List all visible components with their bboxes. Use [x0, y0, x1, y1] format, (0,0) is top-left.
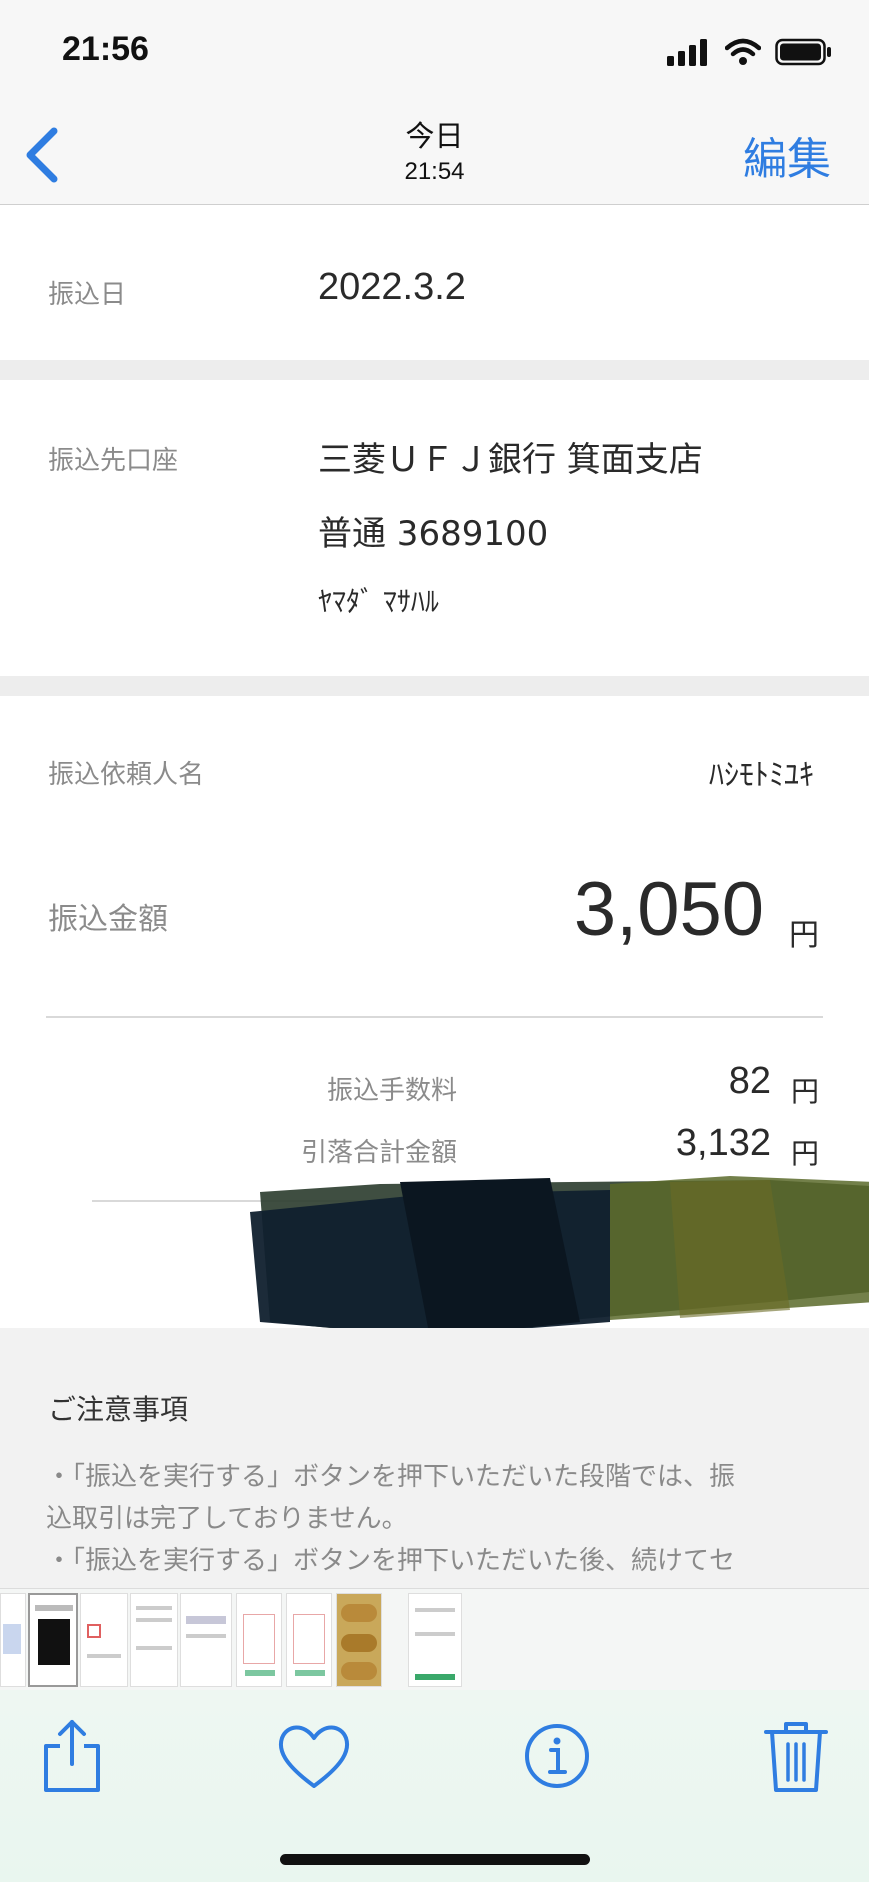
notice-title: ご注意事項	[48, 1393, 189, 1426]
share-icon	[44, 1720, 100, 1792]
notice-section: ご注意事項 ・「振込を実行する」ボタンを押下いただいた段階では、振 込取引は完了…	[0, 1328, 869, 1588]
photo-thumbnail[interactable]	[80, 1593, 128, 1687]
edit-button[interactable]: 編集	[743, 123, 831, 187]
fee-unit: 円	[790, 1075, 819, 1108]
destination-account-section: 振込先口座 三菱ＵＦＪ銀行 箕面支店 普通 3689100 ﾔﾏﾀﾞ ﾏｻﾊﾙ	[0, 380, 869, 676]
photo-thumbnail[interactable]	[286, 1593, 332, 1687]
bank-branch: 三菱ＵＦＪ銀行 箕面支店	[318, 440, 703, 480]
info-icon	[525, 1724, 589, 1788]
status-icons	[667, 38, 833, 66]
amount-label: 振込金額	[48, 902, 168, 937]
notice-line: ・「振込を実行する」ボタンを押下いただいた段階では、振	[46, 1462, 736, 1492]
info-button[interactable]	[517, 1716, 597, 1796]
section-separator	[0, 676, 869, 696]
photo-thumbnail[interactable]	[28, 1593, 78, 1687]
photo-thumbnail[interactable]	[0, 1593, 26, 1687]
home-indicator[interactable]	[280, 1854, 590, 1865]
delete-button[interactable]	[756, 1716, 836, 1796]
total-value: 3,132	[675, 1122, 771, 1164]
wifi-icon	[725, 38, 761, 65]
fee-label: 振込手数料	[326, 1076, 457, 1106]
redaction-scribble	[250, 1176, 869, 1338]
status-bar: 21:56	[0, 0, 869, 105]
transfer-date-value: 2022.3.2	[318, 266, 466, 308]
destination-account-label: 振込先口座	[48, 446, 179, 476]
requester-label: 振込依頼人名	[48, 760, 205, 790]
nav-title: 今日	[405, 119, 464, 153]
photo-thumbnail[interactable]	[180, 1593, 232, 1687]
photo-thumbnail[interactable]	[130, 1593, 178, 1687]
total-label: 引落合計金額	[300, 1138, 457, 1168]
status-time: 21:56	[62, 30, 149, 68]
share-button[interactable]	[32, 1716, 112, 1796]
battery-icon	[775, 38, 831, 66]
transfer-date-section: 振込日 2022.3.2	[0, 206, 869, 360]
requester-name: ﾊｼﾓﾄﾐﾕｷ	[709, 758, 814, 793]
trash-icon	[764, 1722, 828, 1792]
signal-icon	[667, 39, 707, 66]
account-holder-name: ﾔﾏﾀﾞ ﾏｻﾊﾙ	[318, 585, 439, 618]
photo-thumbnail[interactable]	[336, 1593, 382, 1687]
total-unit: 円	[790, 1137, 819, 1170]
navigation-bar: 今日 21:54 編集	[0, 105, 869, 205]
photo-thumbnail[interactable]	[408, 1593, 462, 1687]
amount-divider	[46, 1016, 823, 1018]
bottom-toolbar	[0, 1690, 869, 1882]
notice-line: ・「振込を実行する」ボタンを押下いただいた後、続けてセ	[46, 1546, 736, 1576]
amount-value: 3,050	[573, 867, 764, 952]
transfer-date-label: 振込日	[48, 280, 127, 310]
favorite-button[interactable]	[274, 1716, 354, 1796]
heart-icon	[278, 1725, 350, 1788]
amount-unit: 円	[789, 918, 819, 953]
photo-thumbnail-strip[interactable]	[0, 1588, 869, 1690]
account-number: 普通 3689100	[318, 514, 549, 554]
notice-line: 込取引は完了しておりません。	[46, 1504, 408, 1534]
fee-value: 82	[728, 1060, 771, 1102]
section-separator	[0, 360, 869, 380]
photo-thumbnail[interactable]	[236, 1593, 282, 1687]
nav-subtitle: 21:54	[404, 158, 465, 185]
